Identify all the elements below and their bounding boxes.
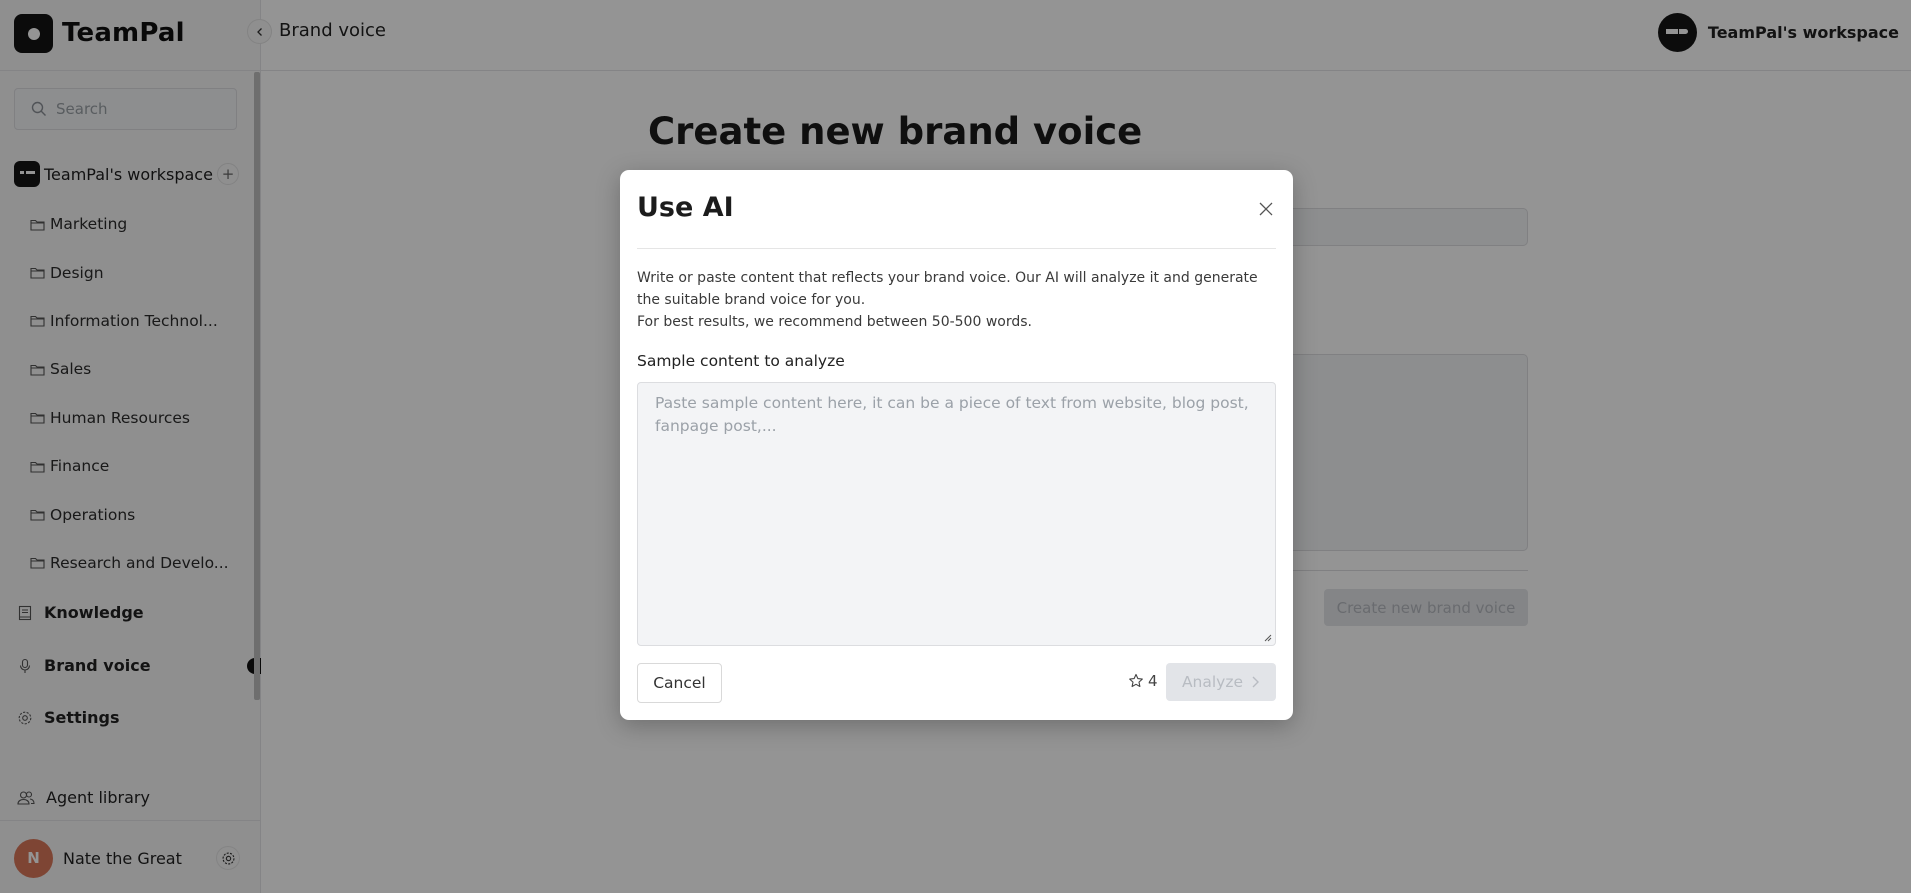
star-icon (1129, 673, 1143, 688)
modal-recommendation-text: For best results, we recommend between 5… (637, 314, 1032, 330)
cancel-button[interactable]: Cancel (637, 663, 722, 703)
credit-count: 4 (1148, 672, 1158, 690)
modal-description: Write or paste content that reflects you… (637, 267, 1277, 333)
analyze-button[interactable]: Analyze (1166, 663, 1276, 701)
close-icon[interactable] (1257, 200, 1275, 218)
modal-title: Use AI (637, 192, 734, 223)
chevron-right-icon (1252, 676, 1260, 688)
credit-cost: 4 (1128, 672, 1158, 690)
sample-content-label: Sample content to analyze (637, 352, 845, 370)
resize-handle-icon[interactable] (1263, 633, 1272, 642)
use-ai-modal: Use AI Write or paste content that refle… (620, 170, 1293, 720)
modal-description-text: Write or paste content that reflects you… (637, 270, 1258, 308)
sample-content-textarea[interactable] (637, 382, 1276, 646)
analyze-label: Analyze (1181, 673, 1244, 691)
modal-divider (637, 248, 1276, 249)
